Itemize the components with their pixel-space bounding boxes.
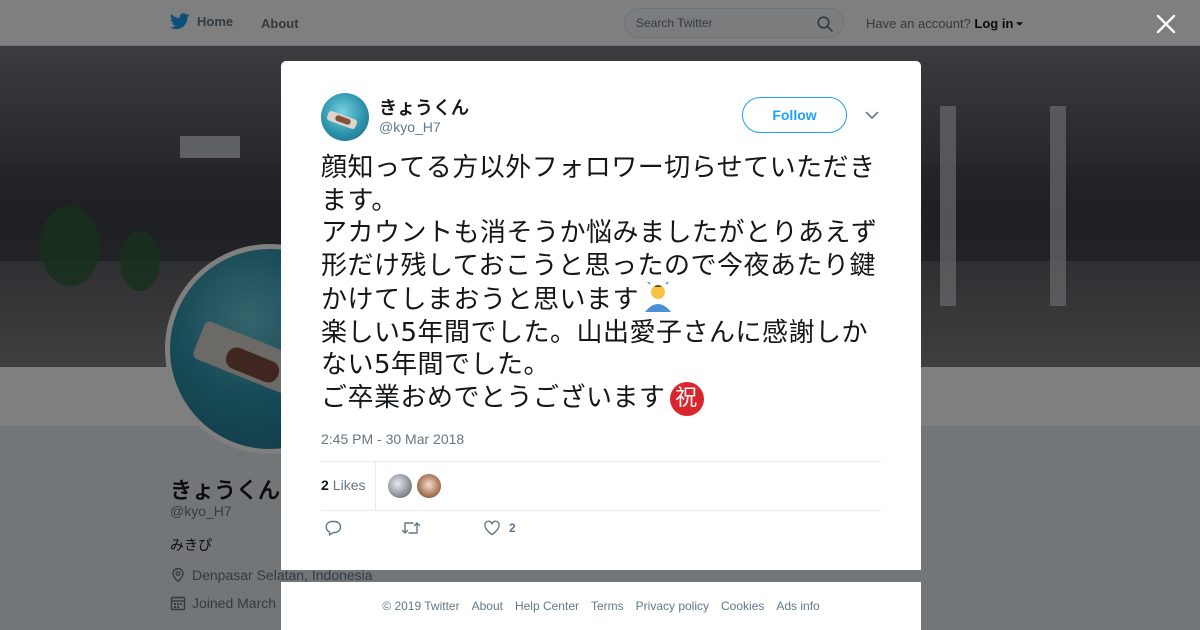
- close-icon[interactable]: [1155, 13, 1177, 35]
- footer-link-ads-info[interactable]: Ads info: [776, 599, 819, 613]
- reply-button[interactable]: [324, 519, 342, 537]
- footer-link-privacy[interactable]: Privacy policy: [636, 599, 709, 613]
- liker-avatar[interactable]: [388, 474, 412, 498]
- likes-stat[interactable]: 2 Likes: [321, 477, 365, 493]
- tweet-author-name[interactable]: きょうくん: [379, 94, 469, 120]
- retweet-icon: [401, 522, 421, 534]
- likes-label: Likes: [332, 477, 366, 493]
- tweet-author-avatar[interactable]: [321, 93, 369, 141]
- follow-button[interactable]: Follow: [742, 97, 847, 133]
- likes-count: 2: [321, 477, 329, 493]
- tweet-text-part2: 楽しい5年間でした。山出愛子さんに感謝しかない5年間でした。 ご卒業おめでとうご…: [321, 317, 869, 413]
- heart-icon: [484, 520, 500, 536]
- tweet-author-handle[interactable]: @kyo_H7: [379, 119, 441, 135]
- tweet-modal: きょうくん @kyo_H7 Follow 顔知ってる方以外フォロワー切らせていた…: [281, 61, 921, 570]
- footer-link-help-center[interactable]: Help Center: [515, 599, 579, 613]
- person-bowing-emoji-icon: [645, 282, 672, 312]
- like-button[interactable]: 2: [483, 519, 516, 537]
- reply-icon: [325, 520, 342, 536]
- tweet-text: 顔知ってる方以外フォロワー切らせていただきます。 アカウントも消そうか悩みました…: [321, 152, 886, 416]
- footer-link-cookies[interactable]: Cookies: [721, 599, 764, 613]
- tweet-timestamp[interactable]: 2:45 PM - 30 Mar 2018: [321, 431, 464, 447]
- like-count: 2: [509, 521, 516, 535]
- liker-avatar[interactable]: [417, 474, 441, 498]
- footer-link-about[interactable]: About: [472, 599, 503, 613]
- retweet-button[interactable]: [401, 519, 421, 537]
- celebration-emoji-icon: 祝: [669, 381, 704, 416]
- tweet-text-part1: 顔知ってる方以外フォロワー切らせていただきます。 アカウントも消そうか悩みました…: [321, 153, 878, 315]
- chevron-down-icon[interactable]: [865, 111, 879, 120]
- footer: © 2019 Twitter About Help Center Terms P…: [281, 582, 921, 630]
- tweet-stats: 2 Likes: [321, 461, 881, 511]
- footer-copyright: © 2019 Twitter: [382, 599, 460, 613]
- footer-link-terms[interactable]: Terms: [591, 599, 624, 613]
